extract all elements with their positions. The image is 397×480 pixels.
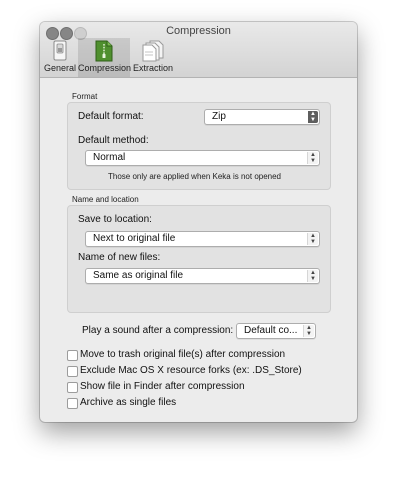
- show-in-finder-label: Show file in Finder after compression: [80, 381, 245, 392]
- name-of-new-files-label: Name of new files:: [78, 252, 161, 263]
- move-to-trash-checkbox[interactable]: [67, 350, 78, 361]
- popup-arrows-icon: ▲ ▼: [308, 111, 318, 123]
- popup-arrows-icon: ▲ ▼: [307, 233, 318, 245]
- switch-icon: [53, 40, 67, 61]
- default-format-label: Default format:: [78, 111, 144, 122]
- tab-extraction-label: Extraction: [132, 63, 174, 73]
- default-format-value: Zip: [212, 111, 226, 122]
- save-to-location-popup[interactable]: Next to original file ▲ ▼: [85, 231, 320, 247]
- documents-icon: [142, 40, 164, 62]
- popup-arrows-icon: ▲ ▼: [303, 325, 314, 337]
- exclude-resource-forks-checkbox[interactable]: [67, 366, 78, 377]
- toolbar: Compression General Compression Extracti…: [40, 22, 357, 78]
- archive-single-files-checkbox[interactable]: [67, 398, 78, 409]
- default-method-popup[interactable]: Normal ▲ ▼: [85, 150, 320, 166]
- save-to-location-value: Next to original file: [93, 233, 176, 244]
- preferences-window: Compression General Compression Extracti…: [40, 22, 357, 422]
- tab-general-label: General: [43, 63, 77, 73]
- popup-arrows-icon: ▲ ▼: [307, 270, 318, 282]
- sound-label: Play a sound after a compression:: [82, 325, 234, 336]
- name-of-new-files-popup[interactable]: Same as original file ▲ ▼: [85, 268, 320, 284]
- tab-compression[interactable]: Compression: [78, 38, 132, 77]
- name-of-new-files-value: Same as original file: [93, 270, 184, 281]
- default-method-label: Default method:: [78, 135, 149, 146]
- sound-value: Default co...: [244, 325, 298, 336]
- archive-single-files-label: Archive as single files: [80, 397, 177, 408]
- tab-compression-label: Compression: [78, 63, 132, 73]
- location-group-label: Name and location: [72, 195, 139, 204]
- default-format-popup[interactable]: Zip ▲ ▼: [204, 109, 320, 125]
- format-group-label: Format: [72, 92, 98, 101]
- move-to-trash-label: Move to trash original file(s) after com…: [80, 349, 286, 360]
- format-note: Those only are applied when Keka is not …: [108, 172, 282, 181]
- popup-arrows-icon: ▲ ▼: [307, 152, 318, 164]
- show-in-finder-checkbox[interactable]: [67, 382, 78, 393]
- tab-general[interactable]: General: [43, 38, 77, 77]
- default-method-value: Normal: [93, 152, 126, 163]
- sound-popup[interactable]: Default co... ▲ ▼: [236, 323, 316, 339]
- window-title: Compression: [166, 25, 231, 37]
- exclude-resource-forks-label: Exclude Mac OS X resource forks (ex: .DS…: [80, 365, 302, 376]
- save-to-location-label: Save to location:: [78, 214, 152, 225]
- zip-document-icon: [95, 40, 113, 62]
- tab-extraction[interactable]: Extraction: [132, 38, 174, 77]
